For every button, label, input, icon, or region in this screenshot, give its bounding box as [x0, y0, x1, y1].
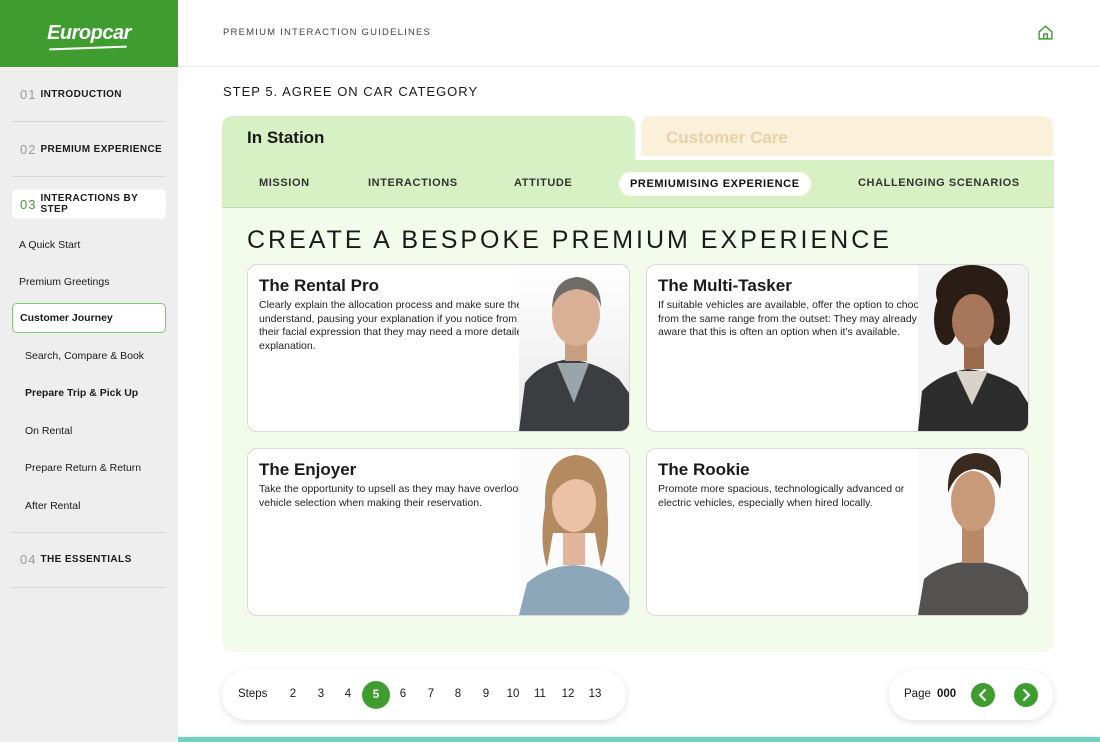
step-link-11[interactable]: 11 [531, 688, 549, 700]
content-title: CREATE A BESPOKE PREMIUM EXPERIENCE [247, 226, 892, 254]
card-text: Clearly explain the allocation process a… [259, 299, 529, 352]
card-title: The Rookie [658, 460, 750, 479]
page-navigation: Page 000 [889, 670, 1053, 720]
subtab-mission[interactable]: MISSION [259, 177, 310, 189]
card-title: The Multi-Tasker [658, 276, 792, 295]
step-link-7[interactable]: 7 [422, 688, 440, 700]
sidebar-subitem-prepare-return[interactable]: Prepare Return & Return [12, 450, 166, 488]
top-header: PREMIUM INTERACTION GUIDELINES [178, 0, 1100, 67]
persona-card-enjoyer: The Enjoyer Take the opportunity to upse… [247, 448, 630, 616]
step-title: STEP 5. AGREE ON CAR CATEGORY [223, 84, 479, 99]
tab-label: In Station [247, 128, 325, 147]
step-link-3[interactable]: 3 [312, 688, 330, 700]
step-link-6[interactable]: 6 [394, 688, 412, 700]
step-link-9[interactable]: 9 [477, 688, 495, 700]
section-label: INTRODUCTION [40, 88, 122, 100]
step-link-12[interactable]: 12 [559, 688, 577, 700]
card-text: Take the opportunity to upsell as they m… [259, 483, 536, 509]
active-section-pill: 03 INTERACTIONS BY STEP [12, 189, 166, 219]
persona-card-multi-tasker: The Multi-Tasker If suitable vehicles ar… [646, 264, 1029, 432]
sidebar-item-customer-journey[interactable]: Customer Journey [12, 303, 166, 333]
sidebar-section-premium-experience[interactable]: 02 PREMIUM EXPERIENCE [12, 122, 166, 177]
page-label: Page [904, 688, 931, 700]
sidebar-section-interactions-by-step[interactable]: 03 INTERACTIONS BY STEP [12, 182, 166, 226]
sidebar: Europcar 01 INTRODUCTION 02 PREMIUM EXPE… [0, 0, 178, 742]
section-number: 01 [20, 86, 37, 102]
section-label: INTERACTIONS BY STEP [40, 193, 138, 215]
sidebar-nav: 01 INTRODUCTION 02 PREMIUM EXPERIENCE 03… [0, 67, 178, 588]
sidebar-item-premium-greetings[interactable]: Premium Greetings [12, 263, 166, 300]
section-label: THE ESSENTIALS [40, 554, 132, 565]
step-link-2[interactable]: 2 [284, 688, 302, 700]
persona-card-rookie: The Rookie Promote more spacious, techno… [646, 448, 1029, 616]
step-link-8[interactable]: 8 [449, 688, 467, 700]
bottom-accent-line [178, 737, 1100, 742]
logo-area[interactable]: Europcar [0, 0, 178, 67]
sidebar-section-introduction[interactable]: 01 INTRODUCTION [12, 67, 166, 122]
portrait-image [918, 265, 1028, 431]
chevron-right-icon [1022, 688, 1031, 702]
page-header-title: PREMIUM INTERACTION GUIDELINES [223, 27, 432, 38]
tab-label: Customer Care [666, 128, 788, 147]
card-text: If suitable vehicles are available, offe… [658, 299, 932, 339]
step-link-13[interactable]: 13 [586, 688, 604, 700]
step-link-10[interactable]: 10 [504, 688, 522, 700]
card-text: Promote more spacious, technologically a… [658, 483, 905, 509]
subtab-premiumising-experience[interactable]: PREMIUMISING EXPERIENCE [619, 172, 811, 196]
portrait-image [918, 449, 1028, 615]
section-number: 02 [20, 141, 37, 157]
home-icon[interactable] [1037, 24, 1054, 41]
sidebar-subitem-on-rental[interactable]: On Rental [12, 412, 166, 450]
section-number: 04 [20, 552, 37, 567]
chevron-left-icon [978, 688, 987, 702]
subtab-attitude[interactable]: ATTITUDE [514, 177, 572, 189]
next-page-button[interactable] [1014, 683, 1038, 707]
card-title: The Enjoyer [259, 460, 357, 479]
section-label: PREMIUM EXPERIENCE [40, 143, 163, 155]
step-link-5-active[interactable]: 5 [362, 681, 390, 709]
subtab-bar: MISSION INTERACTIONS ATTITUDE PREMIUMISI… [222, 160, 1054, 208]
sidebar-subitem-search-compare-book[interactable]: Search, Compare & Book [12, 337, 166, 375]
subtab-interactions[interactable]: INTERACTIONS [368, 177, 458, 189]
persona-card-rental-pro: The Rental Pro Clearly explain the alloc… [247, 264, 630, 432]
sidebar-item-quick-start[interactable]: A Quick Start [12, 226, 166, 263]
sidebar-section-the-essentials[interactable]: 04 THE ESSENTIALS [12, 533, 166, 588]
content-panel: CREATE A BESPOKE PREMIUM EXPERIENCE The … [222, 208, 1054, 652]
sidebar-subitem-after-rental[interactable]: After Rental [12, 487, 166, 525]
sidebar-subitem-prepare-trip[interactable]: Prepare Trip & Pick Up [12, 375, 166, 413]
previous-page-button[interactable] [971, 683, 995, 707]
steps-label: Steps [238, 688, 268, 700]
section-number: 03 [20, 196, 37, 212]
step-link-4[interactable]: 4 [339, 688, 357, 700]
europcar-logo: Europcar [47, 22, 131, 44]
card-title: The Rental Pro [259, 276, 379, 295]
tab-in-station[interactable]: In Station [222, 116, 635, 160]
subtab-challenging-scenarios[interactable]: CHALLENGING SCENARIOS [858, 177, 1020, 189]
tab-customer-care[interactable]: Customer Care [641, 116, 1053, 156]
steps-pagination: Steps 2 3 4 5 6 7 8 9 10 11 12 13 [222, 670, 626, 720]
divider [12, 525, 166, 533]
page-number: 000 [937, 688, 957, 700]
portrait-image [519, 449, 629, 615]
portrait-image [519, 265, 629, 431]
